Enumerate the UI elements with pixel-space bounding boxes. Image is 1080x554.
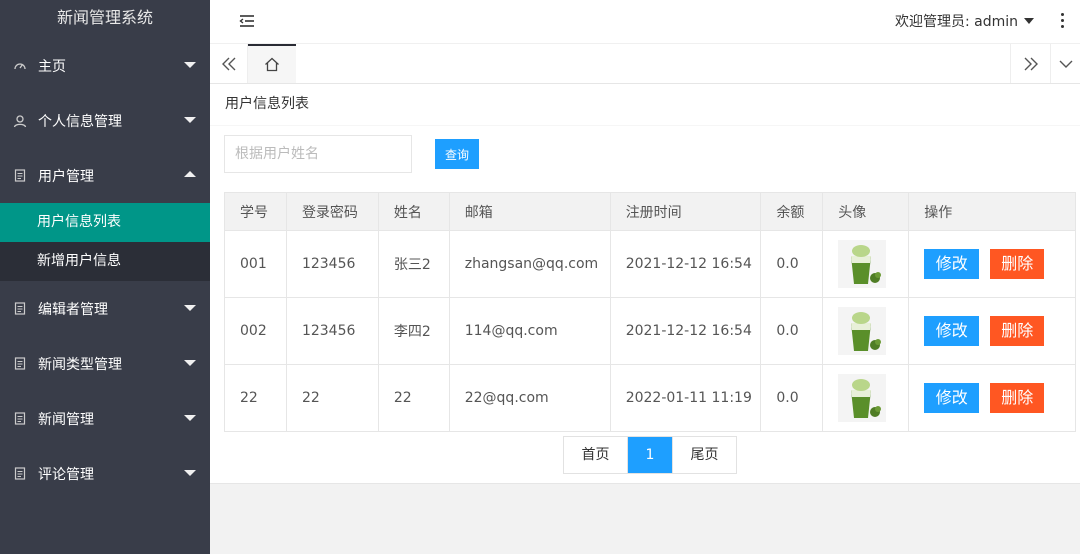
cell-password: 22 [285,364,379,432]
cell-email: zhangsan@qq.com [448,230,611,298]
sidebar-item-home[interactable]: 主页 [0,38,210,93]
pager-current-page[interactable]: 1 [628,437,672,473]
sidebar-item-label: 用户管理 [38,168,94,185]
chevron-down-icon [184,117,196,123]
sidebar-item-comment-management[interactable]: 评论管理 [0,446,210,501]
column-header[interactable]: 邮箱 [448,192,611,231]
gauge-icon [12,58,28,74]
column-header[interactable]: 姓名 [377,192,450,231]
column-header[interactable]: 操作 [908,192,1076,231]
edit-button[interactable]: 修改 [924,383,980,413]
sidebar-item-news-type-management[interactable]: 新闻类型管理 [0,336,210,391]
chevron-up-icon [184,171,196,177]
cell-password: 123456 [285,297,379,365]
cell-balance: 0.0 [760,297,824,365]
tab-menu-chevron-down-icon[interactable] [1050,44,1080,83]
welcome-text: 欢迎管理员: admin [894,14,1018,30]
search-button[interactable]: 查询 [435,139,479,169]
sidebar-item-label: 新闻类型管理 [38,356,122,373]
cell-balance: 0.0 [760,364,824,432]
cell-name: 张三2 [377,230,450,298]
table-header-row: 学号 登录密码 姓名 邮箱 注册时间 余额 头像 操作 [224,192,1076,231]
doc-icon [12,466,28,482]
delete-button[interactable]: 删除 [990,249,1045,279]
column-header[interactable]: 余额 [760,192,824,231]
cell-balance: 0.0 [760,230,824,298]
tab-home[interactable] [248,44,296,83]
cell-email: 22@qq.com [448,364,611,432]
pagination: 首页 1 尾页 [563,436,737,474]
sidebar: 新闻管理系统 主页 个人信息管理 用户管理 用户信息列表 新增用户信息 编辑者管… [0,0,210,554]
column-header[interactable]: 学号 [224,192,287,231]
doc-icon [12,301,28,317]
cell-name: 22 [377,364,450,432]
sidebar-item-label: 主页 [38,58,66,75]
chevron-down-icon [184,360,196,366]
cell-actions: 修改 删除 [908,364,1076,432]
sidebar-item-label: 新闻管理 [38,411,94,428]
user-menu[interactable]: 欢迎管理员: admin [895,11,1034,31]
delete-button[interactable]: 删除 [990,383,1045,413]
column-header[interactable]: 登录密码 [285,192,379,231]
user-icon [12,113,28,129]
caret-down-icon [1024,18,1034,24]
submenu-user-management: 用户信息列表 新增用户信息 [0,203,210,281]
cell-registered: 2021-12-12 16:54 [609,230,762,298]
cell-id: 001 [224,230,287,298]
sidebar-item-label: 个人信息管理 [38,113,122,130]
main-card: 用户信息列表 查询 学号 登录密码 姓名 邮箱 注册时间 余额 头像 操作 00… [210,84,1080,484]
cell-registered: 2022-01-11 11:19 [609,364,762,432]
search-input[interactable] [224,135,412,173]
avatar [838,240,887,288]
doc-icon [12,411,28,427]
sidebar-item-editor-management[interactable]: 编辑者管理 [0,281,210,336]
app-logo-title: 新闻管理系统 [0,0,210,38]
sidebar-item-user-management[interactable]: 用户管理 [0,148,210,203]
tab-bar [210,44,1080,84]
table-row: 22 22 22 22@qq.com 2022-01-11 11:19 0.0 … [224,364,1076,432]
chevron-down-icon [184,62,196,68]
doc-icon [12,356,28,372]
cell-password: 123456 [285,230,379,298]
table-row: 001 123456 张三2 zhangsan@qq.com 2021-12-1… [224,230,1076,298]
avatar [838,374,887,422]
cell-actions: 修改 删除 [908,297,1076,365]
cell-avatar [822,297,910,365]
card-title: 用户信息列表 [210,84,1080,126]
cell-email: 114@qq.com [448,297,611,365]
cell-id: 002 [224,297,287,365]
user-table: 学号 登录密码 姓名 邮箱 注册时间 余额 头像 操作 001 123456 张… [224,192,1076,432]
edit-button[interactable]: 修改 [924,316,980,346]
chevron-down-icon [184,305,196,311]
tab-scroll-left-icon[interactable] [210,44,248,83]
column-header[interactable]: 头像 [822,192,910,231]
menu-toggle-icon[interactable] [238,12,256,30]
chevron-down-icon [184,415,196,421]
edit-button[interactable]: 修改 [924,249,980,279]
cell-id: 22 [224,364,287,432]
cell-avatar [822,364,910,432]
more-vertical-icon[interactable] [1058,10,1066,30]
delete-button[interactable]: 删除 [990,316,1045,346]
sidebar-item-personal-info[interactable]: 个人信息管理 [0,93,210,148]
tab-scroll-right-icon[interactable] [1010,44,1050,83]
column-header[interactable]: 注册时间 [609,192,762,231]
doc-icon [12,168,28,184]
table-row: 002 123456 李四2 114@qq.com 2021-12-12 16:… [224,297,1076,365]
top-header: 欢迎管理员: admin [210,0,1080,44]
submenu-item-add-user[interactable]: 新增用户信息 [0,242,210,281]
chevron-down-icon [184,470,196,476]
cell-avatar [822,230,910,298]
submenu-item-user-list[interactable]: 用户信息列表 [0,203,210,242]
sidebar-item-label: 评论管理 [38,466,94,483]
avatar [838,307,887,355]
cell-actions: 修改 删除 [908,230,1076,298]
cell-name: 李四2 [377,297,450,365]
pager-first-button[interactable]: 首页 [564,437,628,473]
home-icon [265,57,279,72]
cell-registered: 2021-12-12 16:54 [609,297,762,365]
sidebar-item-news-management[interactable]: 新闻管理 [0,391,210,446]
pager-last-button[interactable]: 尾页 [672,437,736,473]
sidebar-item-label: 编辑者管理 [38,301,108,318]
